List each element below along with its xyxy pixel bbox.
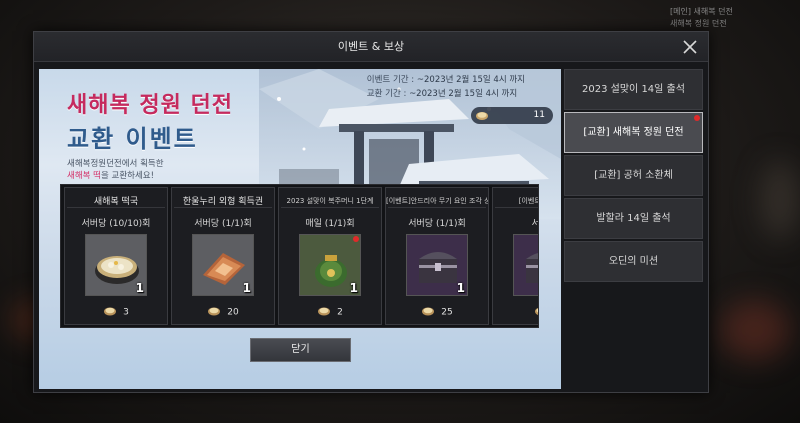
tab-label: [교환] 새해복 정원 던전 — [583, 127, 684, 138]
treasure-chest-icon[interactable]: 1 — [513, 234, 538, 296]
background-hud-line: 새해복 정원 던전 — [670, 19, 727, 28]
exchange-item-card[interactable]: [이벤트]안드리아 무기 요인 조각 상자 서버당 (1/1)회 1 25 — [385, 187, 489, 325]
rice-cake-coin-icon — [317, 306, 331, 319]
tteokguk-icon[interactable]: 1 — [85, 234, 147, 296]
currency-count: 11 — [533, 110, 545, 120]
item-name: [이벤트]안드리아 무기 요인 조각 상자 — [386, 197, 488, 205]
event-tab-list: 2023 설맞이 14일 출석 [교환] 새해복 정원 던전 [교환] 공허 소… — [564, 69, 703, 284]
item-name: [이벤트]안드리아 — [518, 197, 539, 205]
item-name: 새해복 떡국 — [93, 197, 139, 207]
item-quantity: 1 — [135, 281, 144, 295]
event-period: 이벤트 기간 : ~2023년 2월 15일 4시 까지 교환 기간 : ~20… — [367, 73, 525, 101]
event-description-line1: 새해복정원던전에서 획득한 — [67, 159, 164, 169]
item-cost-value: 25 — [441, 307, 453, 318]
exchange-item-card[interactable]: 2023 설맞이 복주머니 1단계 매일 (1/1)회 1 2 — [278, 187, 382, 325]
item-name: 한울누리 외형 획득권 — [182, 197, 264, 207]
item-cost: 2 — [279, 306, 381, 319]
rice-cake-coin-icon — [103, 306, 117, 319]
rice-cake-coin-icon — [534, 306, 538, 319]
event-title-line2: 교환 이벤트 — [67, 125, 198, 153]
item-cost — [493, 306, 538, 319]
tab-label: 오딘의 미션 — [608, 256, 659, 267]
exchange-period-label: 교환 기간 : — [366, 89, 407, 99]
exchange-period-value: ~2023년 2월 15일 4시 까지 — [409, 89, 518, 99]
event-period-label: 이벤트 기간 : — [366, 75, 415, 85]
tab-label: [교환] 공허 소환체 — [594, 170, 673, 181]
item-name: 2023 설맞이 복주머니 1단계 — [286, 197, 374, 205]
event-description-line2: 을 교환하세요! — [100, 171, 155, 181]
item-cost-value: 2 — [337, 307, 343, 318]
currency-balance: 11 — [471, 107, 553, 124]
tab-exchange-garden-dungeon[interactable]: [교환] 새해복 정원 던전 — [564, 112, 703, 153]
item-cost: 3 — [65, 306, 167, 319]
background-quest-tracker: [메인] 새해복 던전 새해복 정원 던전 — [670, 6, 790, 32]
event-banner: 이벤트 기간 : ~2023년 2월 15일 4시 까지 교환 기간 : ~20… — [39, 69, 561, 389]
item-limit: 서버당 (1/1)회 — [194, 219, 252, 229]
event-reward-window: 이벤트 & 보상 이벤트 기간: ~2023년 2월 15일 4시 까지 교환… — [33, 31, 709, 393]
treasure-chest-icon[interactable]: 1 — [406, 234, 468, 296]
background-hud-line: [메인] 새해복 던전 — [670, 7, 733, 16]
tab-exchange-void-summon[interactable]: [교환] 공허 소환체 — [564, 155, 703, 196]
tab-odin-mission[interactable]: 오딘의 미션 — [564, 241, 703, 282]
item-cost: 25 — [386, 306, 488, 319]
close-button[interactable]: 닫기 — [250, 338, 351, 362]
rice-cake-coin-icon — [475, 110, 489, 128]
costume-ticket-icon[interactable]: 1 — [192, 234, 254, 296]
item-cost-value: 20 — [227, 307, 239, 318]
event-description-highlight: 새해복 떡 — [67, 171, 101, 181]
new-indicator-dot — [694, 115, 700, 121]
item-cost: 20 — [172, 306, 274, 319]
window-title: 이벤트 & 보상 — [337, 40, 405, 53]
tab-label: 발할라 14일 출석 — [596, 213, 671, 224]
item-limit: 매일 (1/1)회 — [305, 219, 355, 229]
item-limit: 서버당 — [493, 216, 538, 229]
item-cost-value: 3 — [123, 307, 129, 318]
window-titlebar: 이벤트 & 보상 — [34, 32, 708, 62]
tab-label: 2023 설맞이 14일 출석 — [582, 84, 685, 95]
rice-cake-coin-icon — [421, 306, 435, 319]
item-limit: 서버당 (1/1)회 — [408, 219, 466, 229]
exchange-item-list[interactable]: 새해복 떡국 서버당 (10/10)회 1 3 한울누리 외형 획득권 서버당 … — [60, 184, 539, 328]
close-icon[interactable] — [680, 37, 700, 57]
item-quantity: 1 — [242, 281, 251, 295]
item-quantity: 1 — [456, 281, 465, 295]
rice-cake-coin-icon — [207, 306, 221, 319]
item-quantity: 1 — [349, 281, 358, 295]
event-title-line1: 새해복 정원 던전 — [67, 93, 233, 118]
new-indicator-dot — [353, 236, 359, 242]
event-period-value: ~2023년 2월 15일 4시 까지 — [416, 75, 525, 85]
lucky-pouch-icon[interactable]: 1 — [299, 234, 361, 296]
event-description: 새해복정원던전에서 획득한 새해복 떡을 교환하세요! — [67, 158, 164, 182]
exchange-item-card[interactable]: 새해복 떡국 서버당 (10/10)회 1 3 — [64, 187, 168, 325]
tab-valhalla-attendance[interactable]: 발할라 14일 출석 — [564, 198, 703, 239]
item-limit: 서버당 (10/10)회 — [81, 219, 151, 229]
exchange-item-card[interactable]: [이벤트]안드리아 서버당 1 — [492, 187, 539, 325]
tab-attendance-2023[interactable]: 2023 설맞이 14일 출석 — [564, 69, 703, 110]
exchange-item-card[interactable]: 한울누리 외형 획득권 서버당 (1/1)회 1 20 — [171, 187, 275, 325]
